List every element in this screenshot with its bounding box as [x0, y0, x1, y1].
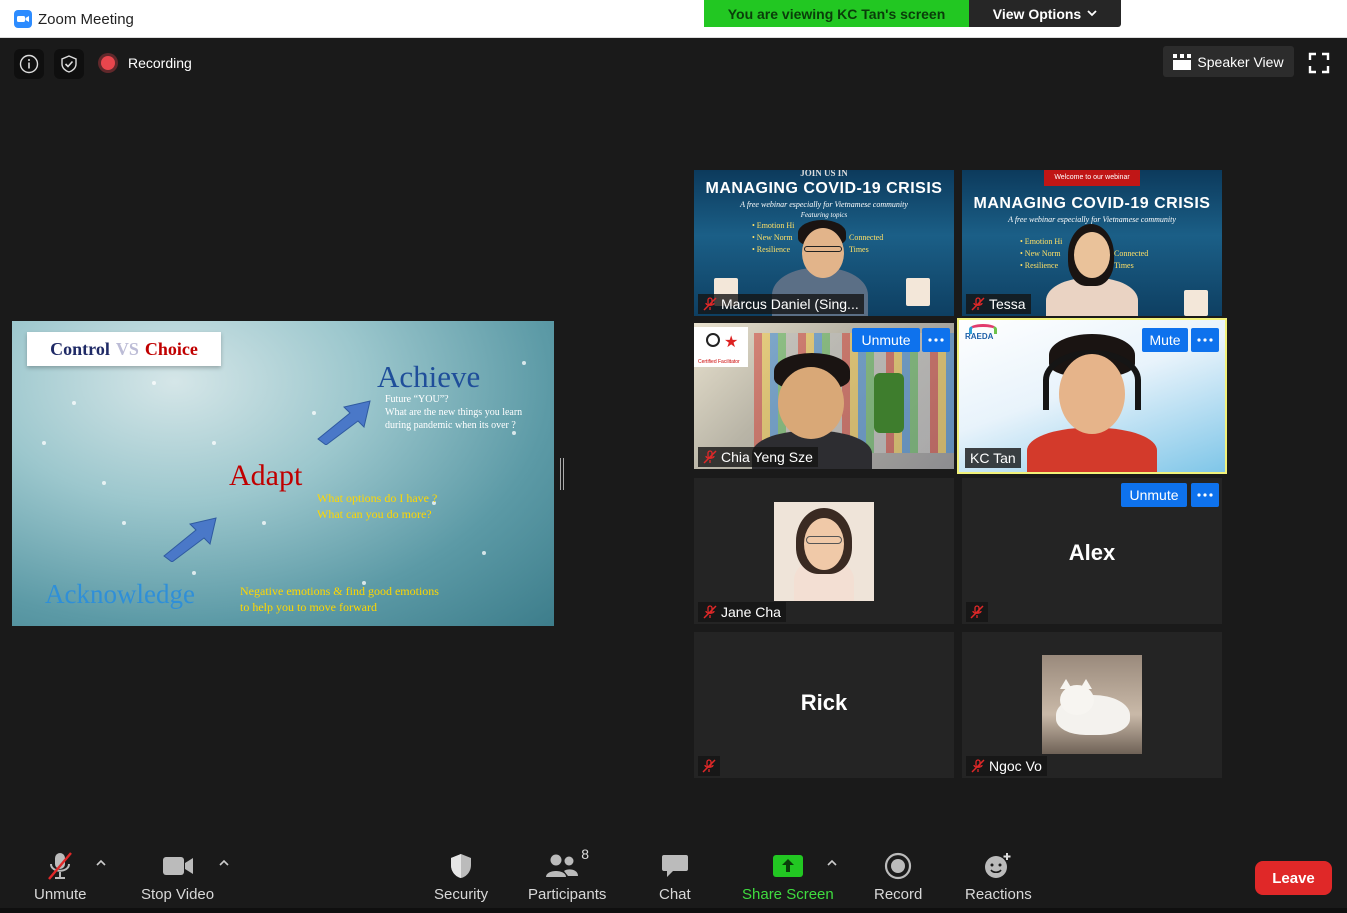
glasses — [804, 246, 842, 252]
participant-mic-status — [698, 756, 720, 776]
mic-muted-icon — [971, 759, 985, 773]
slide-acknowledge: Acknowledge — [45, 579, 195, 609]
slide-title: Control VS Choice — [27, 332, 221, 366]
unmute-participant-button[interactable]: Unmute — [1121, 483, 1187, 507]
participant-display-name: Rick — [800, 690, 848, 715]
toy-figure — [874, 373, 904, 433]
recording-dot-icon — [101, 56, 115, 70]
window-title: Zoom Meeting — [38, 11, 134, 28]
more-options-button[interactable] — [922, 328, 950, 352]
chat-bubble-icon — [661, 855, 688, 877]
more-options-button[interactable] — [1191, 328, 1219, 352]
zoom-camera-icon — [14, 10, 32, 28]
fullscreen-icon[interactable] — [1308, 52, 1330, 74]
participant-tile-jane-cha[interactable]: Jane Cha — [694, 478, 954, 624]
speaker-view-button[interactable]: Speaker View — [1163, 46, 1294, 77]
shield-check-icon — [61, 55, 77, 73]
participant-tile-alex[interactable]: Alex Unmute — [962, 478, 1222, 624]
more-dots-icon — [1197, 338, 1213, 342]
reactions-button[interactable]: Reactions — [965, 850, 1032, 903]
share-screen-button[interactable]: Share Screen — [742, 850, 834, 903]
view-options-label: View Options — [992, 5, 1082, 22]
recording-label: Recording — [128, 55, 192, 71]
speaker-view-label: Speaker View — [1197, 53, 1284, 70]
chevron-up-icon[interactable] — [219, 858, 229, 868]
arrow-up-right-icon — [163, 517, 217, 562]
participant-name-tag: Jane Cha — [698, 602, 786, 622]
participant-tile-tessa[interactable]: Welcome to our webinar MANAGING COVID-19… — [962, 170, 1222, 316]
slide-achieve: Achieve — [377, 359, 481, 394]
window-titlebar: Zoom Meeting You are viewing KC Tan's sc… — [0, 0, 1347, 38]
share-screen-icon — [772, 855, 803, 877]
unmute-participant-button[interactable]: Unmute — [852, 328, 920, 352]
participant-mic-status — [966, 602, 988, 622]
shield-icon — [451, 854, 472, 878]
encryption-button[interactable] — [54, 49, 84, 79]
chevron-up-icon[interactable] — [96, 858, 106, 868]
mic-muted-icon — [48, 852, 73, 880]
mic-muted-icon — [971, 297, 985, 311]
slide-acknowledge-text: Negative emotions & find good emotions t… — [240, 584, 439, 614]
leave-meeting-button[interactable]: Leave — [1255, 861, 1332, 895]
slide-title-vs: VS — [115, 338, 139, 359]
speaker-photo — [1184, 290, 1208, 316]
participant-tile-ngoc-vo[interactable]: Ngoc Vo — [962, 632, 1222, 778]
viewing-banner: You are viewing KC Tan's screen — [704, 0, 969, 27]
people-icon — [546, 854, 579, 877]
facilitator-badge: Certified Facilitator ★ — [694, 327, 748, 367]
unmute-button[interactable]: Unmute — [34, 850, 87, 903]
speaker-view-icon — [1173, 53, 1192, 70]
record-button[interactable]: Record — [874, 850, 922, 903]
participant-tile-rick[interactable]: Rick — [694, 632, 954, 778]
split-resize-handle[interactable] — [560, 458, 564, 490]
participant-name-tag: Tessa — [966, 294, 1031, 314]
participant-tile-chia-yeng-sze[interactable]: Certified Facilitator ★ Unmute Chia Yeng… — [694, 323, 954, 469]
meeting-info-button[interactable] — [14, 49, 44, 79]
participants-count: 8 — [581, 846, 590, 862]
mic-muted-icon — [970, 605, 984, 619]
participant-tile-marcus[interactable]: JOIN US IN MANAGING COVID-19 CRISIS A fr… — [694, 170, 954, 316]
more-dots-icon — [928, 338, 944, 342]
shared-screen-slide: Control VS Choice Achieve Future “YOU”? … — [12, 321, 554, 626]
record-icon — [885, 852, 912, 880]
slide-title-choice: Choice — [144, 338, 198, 359]
security-button[interactable]: Security — [434, 850, 488, 903]
speaker-photo — [906, 278, 930, 306]
meeting-toolbar: Unmute Stop Video Security 8 Participant… — [0, 838, 1347, 913]
mic-muted-icon — [702, 759, 716, 773]
chevron-down-icon — [1087, 10, 1097, 17]
info-icon — [19, 54, 39, 74]
slide-achieve-text: Future “YOU”? What are the new things yo… — [385, 394, 523, 431]
stop-video-button[interactable]: Stop Video — [141, 850, 214, 903]
mic-muted-icon — [703, 450, 717, 464]
slide-title-control: Control — [50, 338, 110, 359]
bottom-edge — [0, 908, 1347, 913]
participant-display-name: Alex — [1068, 540, 1116, 565]
arrow-up-right-icon — [317, 400, 371, 445]
video-camera-icon — [162, 857, 193, 875]
mic-muted-icon — [703, 297, 717, 311]
slide-adapt: Adapt — [229, 459, 303, 492]
profile-picture — [774, 502, 874, 601]
meeting-stage: Recording Speaker View Control VS Choice… — [3, 38, 1347, 913]
chevron-up-icon[interactable] — [827, 858, 837, 868]
mute-participant-button[interactable]: Mute — [1142, 328, 1188, 352]
chat-button[interactable]: Chat — [659, 850, 691, 903]
participant-name-tag: KC Tan — [965, 448, 1021, 468]
participant-name-tag: Chia Yeng Sze — [698, 447, 818, 467]
more-dots-icon — [1197, 493, 1213, 497]
smiley-plus-icon — [985, 853, 1011, 878]
participants-button[interactable]: 8 Participants — [528, 846, 606, 903]
participant-tile-kc-tan[interactable]: RAEDA Mute KC Tan — [957, 318, 1227, 474]
mic-muted-icon — [703, 605, 717, 619]
profile-picture — [1042, 655, 1142, 754]
participant-name-tag: Marcus Daniel (Sing... — [698, 294, 864, 314]
view-options-button[interactable]: View Options — [969, 0, 1121, 27]
participant-name-tag: Ngoc Vo — [966, 756, 1047, 776]
more-options-button[interactable] — [1191, 483, 1219, 507]
slide-adapt-text: What options do I have ? What can you do… — [317, 491, 438, 521]
